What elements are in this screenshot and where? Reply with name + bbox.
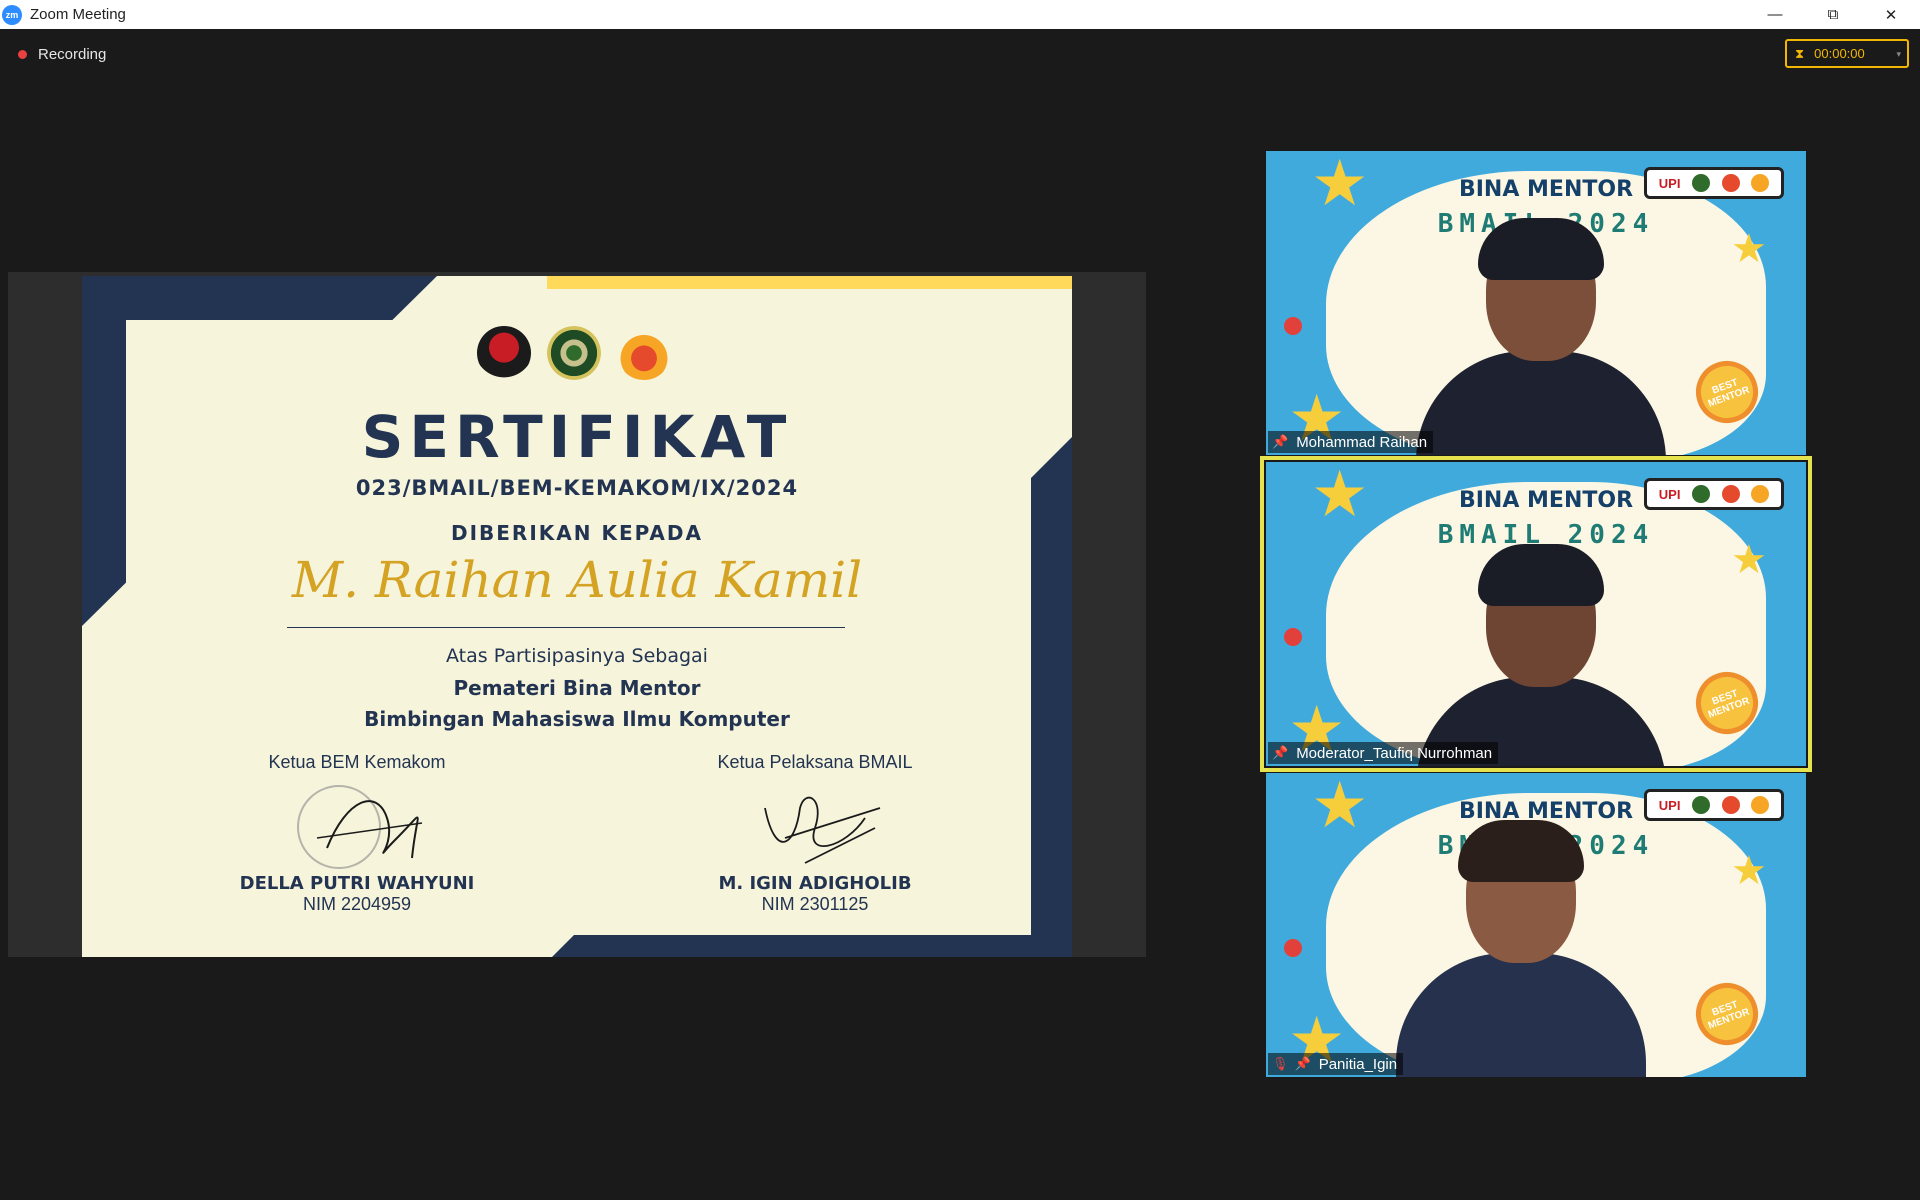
signature-scribble-icon [316,800,423,859]
video-tile[interactable]: ★ ★ ★ BINA MENTOR BMAIL 2024 UPI BEST ME… [1266,151,1806,455]
kemakom-logo-icon [1721,796,1740,814]
bem-seal-logo-icon [547,326,601,380]
signatory-name: DELLA PUTRI WAHYUNI [239,873,475,894]
certificate: SERTIFIKAT 023/BMAIL/BEM-KEMAKOM/IX/2024… [82,276,1072,957]
star-icon: ★ [1311,462,1369,530]
star-icon: ★ [1731,849,1767,893]
certificate-role: Pemateri Bina Mentor [453,676,701,700]
hourglass-icon: ⧗ [1795,45,1805,61]
recipient-underline [287,627,845,628]
sun-logo-icon [1751,796,1770,814]
certificate-given-to: DIBERIKAN KEPADA [450,521,703,545]
recording-label: Recording [38,45,107,63]
participant-name: Mohammad Raihan [1296,433,1428,451]
recording-indicator[interactable]: Recording [10,42,114,66]
certificate-program: Bimbingan Mahasiswa Ilmu Komputer [364,707,790,731]
signature-stamp [207,773,507,873]
minimize-button[interactable]: — [1746,0,1804,29]
tile-heading: BINA MENTOR [1458,177,1634,202]
participant-name: Panitia_Igin [1318,1055,1398,1073]
video-tile-active-speaker[interactable]: ★ ★ ★ BINA MENTOR BMAIL 2024 UPI BEST ME… [1260,456,1812,772]
star-icon: ★ [1731,227,1767,271]
signatory-role: Ketua BEM Kemakom [268,752,446,772]
certificate-participation: Atas Partisipasinya Sebagai [446,645,708,667]
participant-name-tag: 🎙 📌 Panitia_Igin [1268,1053,1404,1075]
upi-logo-icon [477,326,531,380]
signatory-role: Ketua Pelaksana BMAIL [717,752,913,772]
window-controls: — ⧉ ✕ [1746,0,1920,29]
participant-video [1416,544,1666,766]
certificate-title: SERTIFIKAT [361,403,793,471]
tile-logos: UPI [1644,789,1784,821]
signatory-right: Ketua Pelaksana BMAIL M. IGIN ADIGHOLIB … [665,752,965,915]
upi-logo-text: UPI [1658,486,1681,502]
red-dot-icon [1284,317,1302,335]
signature-mark [665,773,965,873]
close-button[interactable]: ✕ [1862,0,1920,29]
upi-logo-text: UPI [1658,797,1681,813]
kemakom-logo-icon [1721,174,1740,192]
window-title: Zoom Meeting [30,6,126,23]
star-icon: ★ [1731,538,1767,582]
star-icon: ★ [1311,773,1369,841]
upi-logo-text: UPI [1658,175,1681,191]
participant-video [1416,218,1666,455]
tile-heading: BINA MENTOR [1458,488,1634,513]
participant-video [1396,820,1646,1077]
sun-logo-icon [1751,485,1770,503]
certificate-logos [477,326,671,380]
sun-logo-icon [1751,174,1770,192]
bem-seal-logo-icon [1692,174,1711,192]
red-dot-icon [1284,939,1302,957]
pin-icon[interactable]: 📌 [1272,434,1288,450]
certificate-recipient: M. Raihan Aulia Kamil [291,551,863,609]
tile-logos: UPI [1644,167,1784,199]
kemakom-logo-icon [617,326,671,380]
zoom-app-icon: zm [2,4,22,25]
red-dot-icon [1284,628,1302,646]
kemakom-logo-icon [1721,485,1740,503]
microphone-muted-icon: 🎙 [1272,1056,1289,1071]
video-tile[interactable]: ★ ★ ★ BINA MENTOR BMAIL 2024 UPI BEST ME… [1266,773,1806,1077]
signatory-nim: NIM 2204959 [302,894,412,914]
recording-dot-icon [18,49,27,59]
bem-seal-logo-icon [1692,796,1711,814]
meeting-timer[interactable]: ⧗ 00:00:00 ▾ [1785,39,1909,68]
timer-value: 00:00:00 [1814,46,1865,61]
shared-screen: SERTIFIKAT 023/BMAIL/BEM-KEMAKOM/IX/2024… [8,272,1146,957]
star-icon: ★ [1311,151,1369,219]
certificate-number: 023/BMAIL/BEM-KEMAKOM/IX/2024 [355,476,799,500]
pin-icon[interactable]: 📌 [1295,1056,1311,1072]
bem-seal-logo-icon [1692,485,1711,503]
title-bar: zm Zoom Meeting — ⧉ ✕ [0,0,1920,29]
chevron-down-icon[interactable]: ▾ [1896,49,1901,60]
tile-logos: UPI [1644,478,1784,510]
participant-name: Moderator_Taufiq Nurrohman [1296,744,1493,762]
signatory-nim: NIM 2301125 [761,894,869,914]
signature-scribble-icon [764,796,881,864]
restore-button[interactable]: ⧉ [1804,0,1862,29]
participant-name-tag: 📌 Moderator_Taufiq Nurrohman [1268,742,1499,764]
signatory-left: Ketua BEM Kemakom DELLA PUTRI WAHYUNI NI… [207,752,507,915]
pin-icon[interactable]: 📌 [1272,745,1288,761]
signatory-name: M. IGIN ADIGHOLIB [718,873,912,894]
participant-name-tag: 📌 Mohammad Raihan [1268,431,1434,453]
